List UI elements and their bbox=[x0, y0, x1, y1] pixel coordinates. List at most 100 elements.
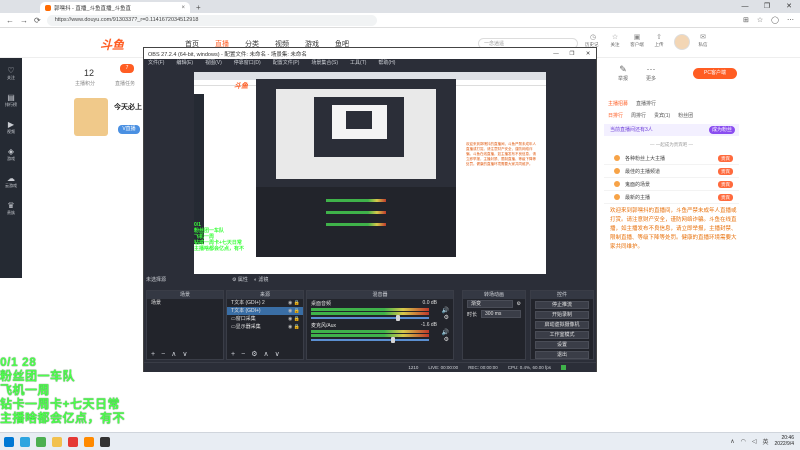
visibility-lock-icon[interactable]: ◉ 🔒 bbox=[288, 307, 300, 315]
control-button-3[interactable]: 工作室模式 bbox=[535, 331, 589, 339]
properties-button[interactable]: ⚙ 属性 bbox=[232, 276, 248, 285]
obs-menu-item-4[interactable]: 配置文件(P) bbox=[273, 59, 300, 68]
task-badge[interactable]: 7 bbox=[120, 64, 134, 73]
volume-slider-knob[interactable] bbox=[391, 337, 396, 343]
forward-button[interactable]: → bbox=[20, 16, 28, 25]
obs-close-button[interactable]: ✕ bbox=[580, 51, 596, 57]
filters-button[interactable]: ◐ 滤镜 bbox=[254, 276, 268, 285]
volume-slider[interactable] bbox=[311, 339, 429, 341]
upload-button[interactable]: ⇧ 上传 bbox=[651, 34, 667, 54]
follow-button[interactable]: ☆ 关注 bbox=[607, 34, 623, 54]
scene-foot-button-2[interactable]: ∧ bbox=[171, 350, 176, 358]
sidebar-item-cloud[interactable]: ☁ 云游戏 bbox=[5, 174, 17, 189]
tab-close-icon[interactable]: × bbox=[181, 5, 185, 11]
network-icon[interactable]: ◠ bbox=[741, 438, 746, 445]
source-item[interactable]: T 文本 (GDI+) 2 ◉ 🔒 bbox=[227, 299, 303, 307]
app-orange-icon[interactable] bbox=[84, 436, 94, 447]
obs-menu-item-0[interactable]: 文件(F) bbox=[148, 59, 164, 68]
scene-item[interactable]: 场景 bbox=[147, 299, 223, 307]
pc-client-button[interactable]: PC客户端 bbox=[693, 68, 737, 79]
folder-icon[interactable] bbox=[52, 436, 62, 447]
speaker-icon[interactable]: 🔊 bbox=[442, 307, 449, 314]
channel-settings-icon[interactable]: ⚙ bbox=[444, 314, 449, 321]
ime-indicator[interactable]: 英 bbox=[763, 437, 769, 446]
visibility-lock-icon[interactable]: ◉ 🔒 bbox=[288, 323, 300, 331]
obs-menu-item-6[interactable]: 工具(T) bbox=[350, 59, 366, 68]
source-foot-button-2[interactable]: ⚙ bbox=[251, 350, 257, 358]
tab-fans[interactable]: 粉丝团 bbox=[678, 112, 693, 119]
source-foot-button-4[interactable]: ∨ bbox=[275, 350, 280, 358]
visibility-lock-icon[interactable]: ◉ 🔒 bbox=[288, 299, 300, 307]
source-foot-button-1[interactable]: − bbox=[241, 351, 245, 358]
duration-input[interactable]: 300 ms bbox=[481, 310, 521, 318]
tab-week-rank[interactable]: 周排行 bbox=[631, 112, 646, 119]
sidebar-item-vip[interactable]: ♛ 贵族 bbox=[7, 201, 15, 216]
sidebar-item-heart[interactable]: ♡ 关注 bbox=[7, 66, 15, 81]
menu-icon[interactable]: ⋯ bbox=[787, 16, 794, 24]
channel-settings-icon[interactable]: ⚙ bbox=[444, 336, 449, 343]
transition-select[interactable]: 渐变 bbox=[467, 300, 513, 308]
url-field[interactable]: https://www.douyu.com/9130337?_r=0.11416… bbox=[46, 14, 377, 26]
rank-list-item[interactable]: 各种粉丝上大主播 贵宾 bbox=[604, 152, 739, 165]
scene-foot-button-3[interactable]: ∨ bbox=[182, 350, 187, 358]
tab-vip[interactable]: 贵宾(1) bbox=[654, 112, 670, 119]
control-button-2[interactable]: 启动虚拟摄像机 bbox=[535, 321, 589, 329]
tab-day-rank[interactable]: 日排行 bbox=[608, 112, 623, 119]
mail-button[interactable]: ✉ 私信 bbox=[695, 34, 711, 54]
tab-anchor-recruit[interactable]: 主播招募 bbox=[608, 100, 628, 107]
close-window-button[interactable]: ✕ bbox=[778, 0, 800, 13]
source-item[interactable]: ▭ 显示器采集 ◉ 🔒 bbox=[227, 323, 303, 331]
promo-button[interactable]: V直播 bbox=[118, 125, 140, 134]
obs-menu-item-3[interactable]: 停靠窗口(D) bbox=[234, 59, 261, 68]
source-foot-button-0[interactable]: + bbox=[231, 351, 235, 358]
back-button[interactable]: ← bbox=[6, 16, 14, 25]
speaker-icon[interactable]: 🔊 bbox=[442, 329, 449, 336]
extensions-icon[interactable]: ⊞ bbox=[743, 16, 749, 24]
tray-arrow-icon[interactable]: ∧ bbox=[730, 438, 734, 445]
control-button-0[interactable]: 停止推流 bbox=[535, 301, 589, 309]
new-tab-button[interactable]: + bbox=[196, 3, 201, 12]
scene-foot-button-1[interactable]: − bbox=[161, 351, 165, 358]
clock[interactable]: 20:46 2022/9/4 bbox=[775, 435, 794, 447]
report-button[interactable]: ✎ 举报 bbox=[618, 64, 628, 82]
volume-slider[interactable] bbox=[311, 317, 429, 319]
control-button-5[interactable]: 退出 bbox=[535, 351, 589, 359]
avatar[interactable] bbox=[674, 34, 690, 50]
obs-menu-item-2[interactable]: 视图(V) bbox=[205, 59, 222, 68]
rank-list-item[interactable]: 最新的主播 贵宾 bbox=[604, 191, 739, 204]
rank-list-item[interactable]: 最佳的主播频道 贵宾 bbox=[604, 165, 739, 178]
start-icon[interactable] bbox=[4, 436, 14, 447]
obs-maximize-button[interactable]: ❐ bbox=[564, 51, 580, 57]
douyu-logo[interactable]: 斗鱼 bbox=[100, 36, 124, 53]
browser-tab[interactable]: 郭嘿抖 - 直播_斗鱼直播_斗鱼直 × bbox=[40, 2, 190, 13]
obs-menu-item-1[interactable]: 编辑(E) bbox=[176, 59, 193, 68]
edge-icon[interactable] bbox=[20, 436, 30, 447]
promo-image[interactable] bbox=[74, 98, 108, 136]
source-item[interactable]: T 文本 (GDI+) ◉ 🔒 bbox=[227, 307, 303, 315]
obs-minimize-button[interactable]: — bbox=[548, 51, 564, 57]
control-button-4[interactable]: 设置 bbox=[535, 341, 589, 349]
more-button[interactable]: ⋯ 更多 bbox=[646, 64, 656, 82]
visibility-lock-icon[interactable]: ◉ 🔒 bbox=[288, 315, 300, 323]
chrome-icon[interactable] bbox=[36, 436, 46, 447]
scene-foot-button-0[interactable]: + bbox=[151, 351, 155, 358]
become-fan-button[interactable]: 成为粉丝 bbox=[708, 126, 735, 134]
transition-settings-icon[interactable]: ⚙ bbox=[517, 301, 521, 307]
reload-button[interactable]: ⟳ bbox=[34, 16, 41, 25]
profile-icon[interactable]: ◯ bbox=[771, 16, 779, 24]
app-red-icon[interactable] bbox=[68, 436, 78, 447]
obs-preview[interactable]: 斗鱼 欢迎来到郭嘿抖的直播间，斗鱼严禁未成年人直播或打赏。请注意财产安全，谨防网… bbox=[194, 72, 546, 274]
obs-icon[interactable] bbox=[100, 436, 110, 447]
source-item[interactable]: ▭ 窗口采集 ◉ 🔒 bbox=[227, 315, 303, 323]
sidebar-item-play[interactable]: ▶ 视频 bbox=[7, 120, 15, 135]
minimize-button[interactable]: — bbox=[734, 0, 756, 13]
volume-icon[interactable]: ◁ bbox=[752, 438, 757, 445]
obs-menu-item-7[interactable]: 帮助(H) bbox=[378, 59, 395, 68]
obs-menu-item-5[interactable]: 场景集合(S) bbox=[311, 59, 338, 68]
control-button-1[interactable]: 开始录制 bbox=[535, 311, 589, 319]
source-foot-button-3[interactable]: ∧ bbox=[263, 350, 268, 358]
favorites-icon[interactable]: ☆ bbox=[757, 16, 763, 24]
maximize-button[interactable]: ❐ bbox=[756, 0, 778, 13]
tab-live-rank[interactable]: 直播排行 bbox=[636, 100, 656, 107]
video-button[interactable]: ▣ 客户端 bbox=[629, 34, 645, 54]
